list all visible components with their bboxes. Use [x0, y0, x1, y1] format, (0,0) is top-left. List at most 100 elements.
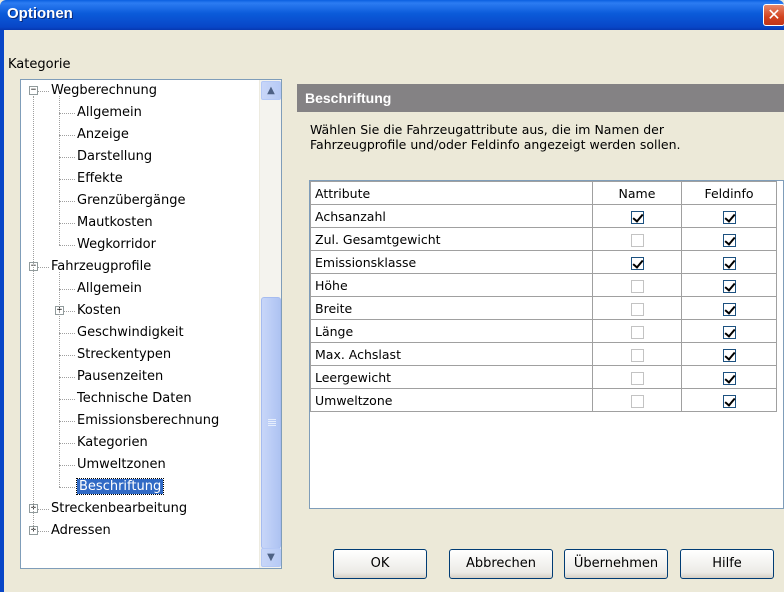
- table-row: Max. Achslast: [310, 342, 777, 366]
- category-label: Kategorie: [8, 57, 71, 72]
- feldinfo-checkbox[interactable]: [722, 325, 736, 339]
- tree-item-label: Wegberechnung: [51, 83, 158, 98]
- tree-item[interactable]: Allgemein: [77, 278, 142, 300]
- name-checkbox[interactable]: [630, 279, 644, 293]
- tree-connector: [59, 272, 60, 487]
- feldinfo-cell: [681, 204, 777, 228]
- feldinfo-cell: [681, 388, 777, 412]
- feldinfo-cell: [681, 296, 777, 320]
- tree-connector: [59, 465, 75, 466]
- tree-connector: [59, 245, 75, 246]
- tree-connector: [59, 223, 75, 224]
- ok-button[interactable]: OK: [333, 549, 427, 579]
- feldinfo-checkbox[interactable]: [722, 302, 736, 316]
- feldinfo-checkbox[interactable]: [722, 394, 736, 408]
- name-cell: [592, 365, 682, 389]
- name-checkbox[interactable]: [630, 256, 644, 270]
- tree-item[interactable]: Wegberechnung: [51, 80, 157, 102]
- help-button[interactable]: Hilfe: [680, 549, 774, 579]
- attribute-table: Attribute Name Feldinfo Achsanzahl Zul. G…: [310, 181, 777, 412]
- tree-item-label: Kosten: [77, 303, 121, 318]
- name-cell: [592, 296, 682, 320]
- section-description: Wählen Sie die Fahrzeugattribute aus, di…: [310, 122, 681, 152]
- table-row: Umweltzone: [310, 388, 777, 412]
- feldinfo-checkbox[interactable]: [722, 348, 736, 362]
- name-checkbox[interactable]: [630, 394, 644, 408]
- collapse-icon[interactable]: −: [29, 86, 38, 95]
- feldinfo-cell: [681, 365, 777, 389]
- scroll-grip-icon: [268, 419, 276, 420]
- tree-item[interactable]: Emissionsberechnung: [77, 410, 219, 432]
- scroll-down-button[interactable]: ▼: [261, 548, 281, 567]
- attribute-cell: Emissionsklasse: [310, 250, 593, 274]
- tree-item-label: Technische Daten: [77, 391, 192, 406]
- tree-item[interactable]: Pausenzeiten: [77, 366, 163, 388]
- feldinfo-checkbox[interactable]: [722, 233, 736, 247]
- table-row: Länge: [310, 319, 777, 343]
- tree-connector: [59, 157, 75, 158]
- grid-header-row: Attribute Name Feldinfo: [310, 181, 777, 205]
- scroll-up-button[interactable]: ▲: [261, 81, 281, 100]
- name-checkbox[interactable]: [630, 325, 644, 339]
- tree-item[interactable]: Allgemein: [77, 102, 142, 124]
- table-row: Höhe: [310, 273, 777, 297]
- name-checkbox[interactable]: [630, 302, 644, 316]
- tree-item[interactable]: Wegkorridor: [77, 234, 156, 256]
- tree-item-label: Fahrzeugprofile: [51, 259, 152, 274]
- column-header-name: Name: [592, 181, 682, 205]
- apply-button[interactable]: Übernehmen: [564, 549, 668, 579]
- tree-item[interactable]: Adressen: [51, 520, 111, 542]
- name-checkbox[interactable]: [630, 233, 644, 247]
- feldinfo-checkbox[interactable]: [722, 371, 736, 385]
- tree-item[interactable]: Kategorien: [77, 432, 148, 454]
- tree-item-label: Anzeige: [77, 127, 129, 142]
- feldinfo-cell: [681, 250, 777, 274]
- feldinfo-checkbox[interactable]: [722, 279, 736, 293]
- tree-scrollbar[interactable]: ▲ ▼: [259, 80, 281, 568]
- feldinfo-checkbox[interactable]: [722, 210, 736, 224]
- name-cell: [592, 319, 682, 343]
- column-header-attribute: Attribute: [310, 181, 593, 205]
- attribute-cell: Länge: [310, 319, 593, 343]
- tree-item[interactable]: Kosten: [77, 300, 121, 322]
- tree-item[interactable]: Streckentypen: [77, 344, 171, 366]
- tree-item-label: Streckenbearbeitung: [51, 501, 188, 516]
- feldinfo-cell: [681, 342, 777, 366]
- section-header: Beschriftung: [297, 84, 784, 112]
- name-checkbox[interactable]: [630, 348, 644, 362]
- tree-item[interactable]: Anzeige: [77, 124, 129, 146]
- name-checkbox[interactable]: [630, 210, 644, 224]
- tree-item[interactable]: Fahrzeugprofile: [51, 256, 151, 278]
- tree-item[interactable]: Beschriftung: [75, 476, 165, 498]
- attribute-cell: Achsanzahl: [310, 204, 593, 228]
- tree-item[interactable]: Mautkosten: [77, 212, 153, 234]
- name-cell: [592, 204, 682, 228]
- tree-item-label: Darstellung: [77, 149, 153, 164]
- attribute-cell: Umweltzone: [310, 388, 593, 412]
- tree-item-label: Grenzübergänge: [77, 193, 186, 208]
- feldinfo-cell: [681, 227, 777, 251]
- tree-item[interactable]: Technische Daten: [77, 388, 192, 410]
- scroll-thumb[interactable]: [261, 297, 281, 549]
- tree-connector: [59, 355, 75, 356]
- tree-connector: [59, 135, 75, 136]
- tree-item[interactable]: Geschwindigkeit: [77, 322, 184, 344]
- tree-item[interactable]: Grenzübergänge: [77, 190, 186, 212]
- close-button[interactable]: ✕: [763, 4, 784, 26]
- tree-item[interactable]: Streckenbearbeitung: [51, 498, 187, 520]
- tree-item-label: Effekte: [77, 171, 123, 186]
- tree-item[interactable]: Darstellung: [77, 146, 152, 168]
- tree-item-label: Beschriftung: [75, 478, 165, 495]
- title-bar: Optionen ✕: [0, 0, 784, 30]
- category-tree[interactable]: − − + + + Wegberechnung Allgemein Anzeige Darst…: [20, 79, 282, 569]
- tree-item[interactable]: Effekte: [77, 168, 123, 190]
- tree-connector: [59, 201, 75, 202]
- tree-item-label: Streckentypen: [77, 347, 172, 362]
- column-header-feldinfo: Feldinfo: [681, 181, 777, 205]
- feldinfo-checkbox[interactable]: [722, 256, 736, 270]
- tree-item[interactable]: Umweltzonen: [77, 454, 166, 476]
- name-checkbox[interactable]: [630, 371, 644, 385]
- tree-item-label: Allgemein: [77, 105, 142, 120]
- tree-item-label: Kategorien: [77, 435, 148, 450]
- cancel-button[interactable]: Abbrechen: [449, 549, 553, 579]
